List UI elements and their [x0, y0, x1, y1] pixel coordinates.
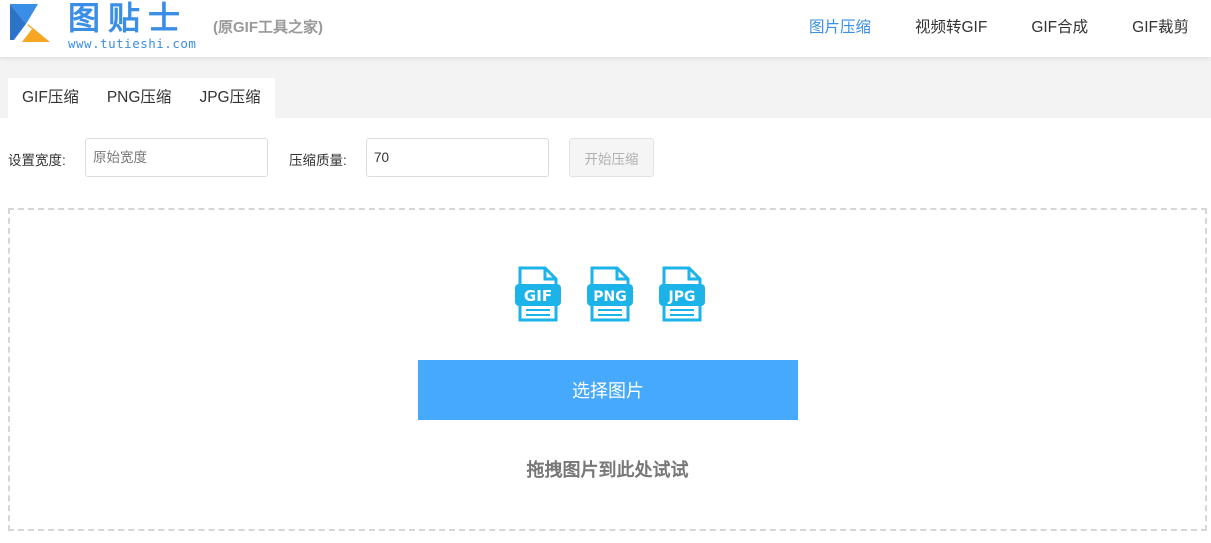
- width-input[interactable]: [85, 138, 268, 177]
- drop-hint-text: 拖拽图片到此处试试: [526, 460, 689, 480]
- gif-file-icon: GIF: [515, 266, 561, 322]
- start-compress-button[interactable]: 开始压缩: [569, 138, 654, 177]
- tab-png-compress[interactable]: PNG压缩: [93, 78, 186, 118]
- tab-bar: GIF压缩 PNG压缩 JPG压缩: [0, 57, 1211, 118]
- jpg-file-label: JPG: [668, 289, 696, 305]
- logo-tagline: (原GIF工具之家): [213, 19, 323, 36]
- compress-tabs: GIF压缩 PNG压缩 JPG压缩: [8, 78, 275, 118]
- nav-item-video-to-gif[interactable]: 视频转GIF: [893, 0, 1009, 55]
- logo-url[interactable]: www.tutieshi.com: [68, 36, 196, 51]
- file-type-icons: GIF PNG JPG: [510, 266, 710, 326]
- logo-title[interactable]: 图贴士: [68, 0, 188, 36]
- main-nav: 图片压缩 视频转GIF GIF合成 GIF裁剪: [787, 0, 1211, 55]
- tab-gif-compress[interactable]: GIF压缩: [8, 78, 93, 118]
- nav-item-gif-merge[interactable]: GIF合成: [1009, 0, 1110, 55]
- png-file-label: PNG: [593, 289, 626, 305]
- png-file-icon: PNG: [587, 266, 633, 322]
- select-image-button[interactable]: 选择图片: [418, 360, 798, 420]
- width-label: 设置宽度:: [8, 153, 66, 168]
- site-header: 图贴士 www.tutieshi.com (原GIF工具之家) 图片压缩 视频转…: [0, 0, 1211, 57]
- quality-label: 压缩质量:: [289, 153, 347, 168]
- nav-item-image-compress[interactable]: 图片压缩: [787, 0, 893, 55]
- quality-input[interactable]: [366, 138, 549, 177]
- gif-file-label: GIF: [524, 287, 552, 305]
- tab-jpg-compress[interactable]: JPG压缩: [185, 78, 274, 118]
- nav-item-gif-crop[interactable]: GIF裁剪: [1110, 0, 1211, 55]
- settings-row: 设置宽度: 压缩质量: 开始压缩: [0, 138, 1211, 177]
- logo-icon[interactable]: [8, 2, 52, 44]
- upload-dropzone[interactable]: GIF PNG JPG 选择图片 拖拽图片到此处试试: [8, 208, 1207, 531]
- jpg-file-icon: JPG: [659, 266, 705, 322]
